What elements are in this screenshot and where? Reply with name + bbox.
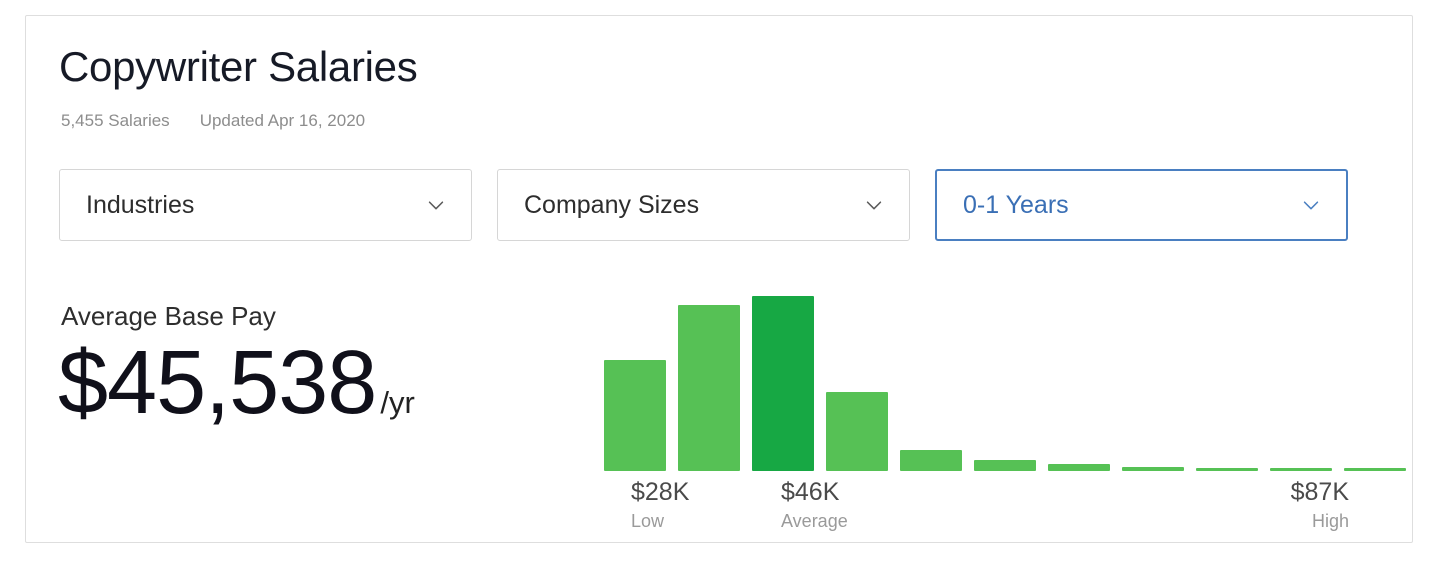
pay-unit: /yr [380,385,415,420]
chart-tick-high: $87K High [1291,478,1349,532]
histogram-bar [604,360,666,471]
salary-distribution-chart [604,281,1406,471]
histogram-bars [604,296,1406,471]
histogram-bar [1048,464,1110,471]
salary-card: Copywriter Salaries 5,455 Salaries Updat… [25,15,1413,543]
average-base-pay-label: Average Base Pay [61,301,276,331]
histogram-bar [1344,468,1406,471]
filter-dropdown-industries[interactable]: Industries [59,169,472,241]
histogram-bar [752,296,814,471]
updated-date: Updated Apr 16, 2020 [199,111,366,130]
histogram-bar [1270,468,1332,471]
chart-axis-labels: $28K Low $46K Average $87K High [604,478,1349,548]
average-base-pay-value: $45,538 /yr [58,338,415,428]
histogram-bar [1196,468,1258,471]
chevron-down-icon[interactable] [425,194,447,216]
filter-dropdown-label: Industries [86,190,195,219]
chart-tick-value: $87K [1290,478,1349,506]
salary-count: 5,455 Salaries [61,111,170,130]
histogram-bar [974,460,1036,471]
chart-tick-low: $28K Low [631,478,689,532]
chart-tick-sublabel: Low [631,510,665,531]
chevron-down-icon[interactable] [863,194,885,216]
page-title: Copywriter Salaries [59,43,418,90]
chart-tick-value: $28K [631,478,690,506]
histogram-bar [826,392,888,471]
chart-tick-average: $46K Average [781,478,848,532]
chart-tick-sublabel: High [1311,510,1349,531]
chevron-down-icon[interactable] [1300,194,1322,216]
histogram-bar [678,305,740,471]
filter-bar: Industries Company Sizes 0-1 Years [59,169,1348,241]
histogram-bar [1122,467,1184,471]
filter-dropdown-company-sizes[interactable]: Company Sizes [497,169,910,241]
filter-dropdown-years-of-experience[interactable]: 0-1 Years [935,169,1348,241]
filter-dropdown-label: 0-1 Years [963,190,1069,219]
card-meta: 5,455 Salaries Updated Apr 16, 2020 [61,111,365,131]
filter-dropdown-label: Company Sizes [524,190,700,219]
pay-amount: $45,538 [58,333,377,433]
chart-tick-sublabel: Average [781,510,848,531]
histogram-bar [900,450,962,471]
chart-tick-value: $46K [781,478,840,506]
